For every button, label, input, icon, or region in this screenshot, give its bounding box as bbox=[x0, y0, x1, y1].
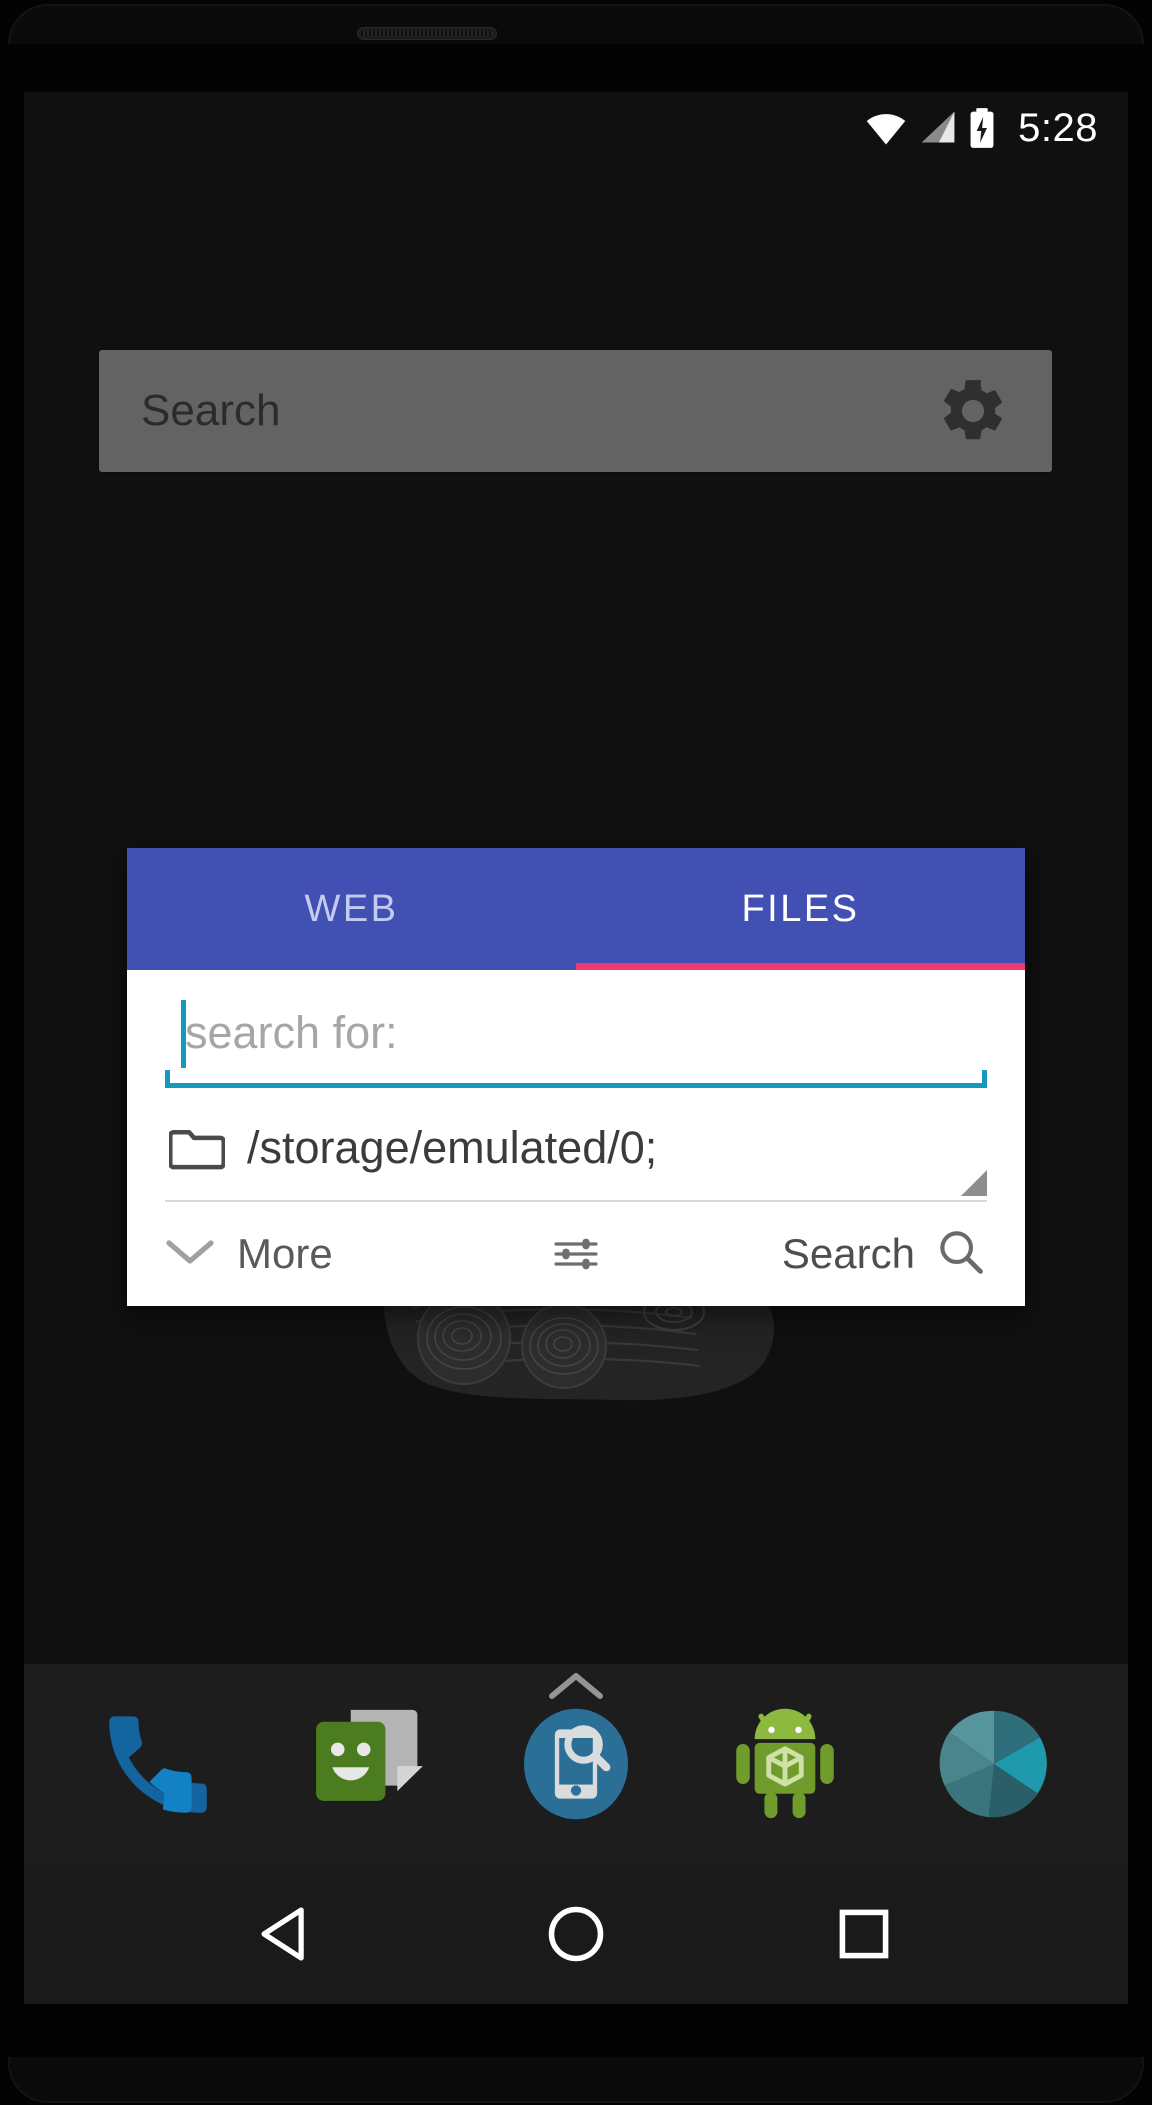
more-label: More bbox=[237, 1230, 333, 1277]
earpiece-speaker bbox=[357, 27, 497, 40]
wifi-icon bbox=[866, 114, 906, 145]
dock bbox=[24, 1664, 1128, 1864]
tab-files[interactable]: FILES bbox=[576, 848, 1025, 970]
search-input-placeholder: search for: bbox=[185, 1007, 398, 1058]
dock-item-android-apps[interactable] bbox=[715, 1694, 855, 1834]
tab-web[interactable]: WEB bbox=[127, 848, 576, 970]
phone-screen: 5:28 Search WEB FILES search for: /stora… bbox=[24, 92, 1128, 2004]
search-input-wrapper[interactable]: search for: bbox=[165, 970, 987, 1096]
dock-item-phone[interactable] bbox=[88, 1694, 228, 1834]
magnifier-icon bbox=[935, 1226, 987, 1283]
path-row[interactable]: /storage/emulated/0; bbox=[165, 1096, 987, 1202]
nav-back-button[interactable] bbox=[233, 1879, 343, 1989]
search-submit-button[interactable]: Search bbox=[782, 1226, 987, 1283]
dock-item-device-search[interactable] bbox=[506, 1694, 646, 1834]
recents-square-icon bbox=[839, 1909, 889, 1959]
battery-charging-icon bbox=[970, 108, 994, 148]
status-bar-clock: 5:28 bbox=[1018, 105, 1098, 150]
tab-active-indicator bbox=[576, 963, 1025, 970]
back-triangle-icon bbox=[261, 1907, 304, 1961]
dialog-actions-row: More Search bbox=[165, 1202, 987, 1306]
camera-icon bbox=[939, 1710, 1047, 1818]
status-bar-icons: 5:28 bbox=[864, 106, 1098, 151]
search-dialog: WEB FILES search for: /storage/emulated/… bbox=[127, 848, 1025, 1306]
dialog-tab-bar: WEB FILES bbox=[127, 848, 1025, 970]
search-submit-label: Search bbox=[781, 1230, 915, 1277]
search-input-underline bbox=[165, 1070, 987, 1088]
more-button[interactable]: More bbox=[165, 1230, 333, 1278]
path-value: /storage/emulated/0; bbox=[247, 1122, 658, 1173]
home-search-placeholder: Search bbox=[141, 386, 281, 435]
bezel-top bbox=[8, 4, 1144, 44]
navigation-bar bbox=[24, 1864, 1128, 2004]
dialog-body: search for: /storage/emulated/0; More Se… bbox=[127, 970, 1025, 1306]
home-circle-icon bbox=[548, 1906, 604, 1962]
chevron-down-icon bbox=[165, 1237, 215, 1272]
status-bar: 5:28 bbox=[24, 92, 1128, 164]
resize-handle[interactable] bbox=[961, 1170, 987, 1196]
text-caret bbox=[181, 1000, 186, 1068]
phone-icon bbox=[109, 1716, 208, 1813]
cellular-signal-icon bbox=[921, 111, 955, 143]
bezel-bottom bbox=[8, 2057, 1144, 2103]
android-robot-icon bbox=[736, 1708, 834, 1819]
dock-item-messaging[interactable] bbox=[297, 1694, 437, 1834]
dock-item-camera[interactable] bbox=[924, 1694, 1064, 1834]
home-search-widget[interactable]: Search bbox=[99, 350, 1052, 472]
messaging-icon bbox=[316, 1709, 423, 1801]
device-frame: 5:28 Search WEB FILES search for: /stora… bbox=[0, 0, 1152, 2105]
nav-recents-button[interactable] bbox=[809, 1879, 919, 1989]
folder-icon bbox=[169, 1125, 225, 1171]
device-search-icon bbox=[523, 1708, 628, 1820]
gear-icon[interactable] bbox=[936, 374, 1010, 448]
tune-sliders-icon[interactable] bbox=[552, 1230, 600, 1278]
nav-home-button[interactable] bbox=[521, 1879, 631, 1989]
